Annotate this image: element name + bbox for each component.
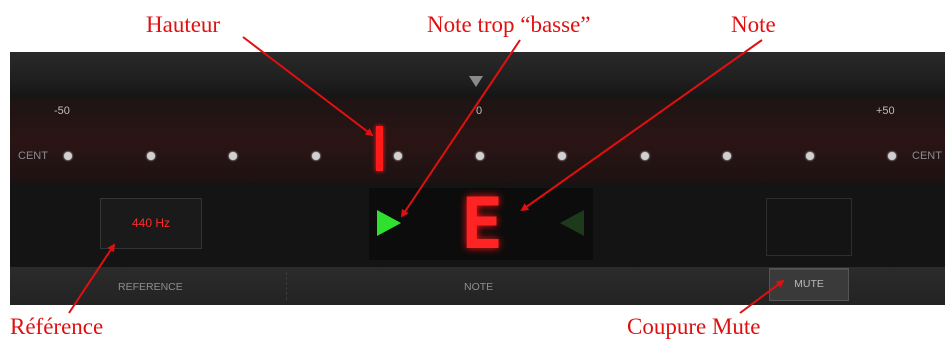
- pitch-indicator-bar: [376, 126, 383, 171]
- sharp-arrow-left-icon: [560, 210, 584, 236]
- reference-label: REFERENCE: [118, 281, 183, 293]
- display-area: 440 Hz E: [10, 183, 945, 267]
- scale-label-zero: 0: [476, 105, 483, 117]
- scale-dot: [888, 152, 896, 160]
- tuner-top-bar: [10, 52, 945, 98]
- scale-dot: [806, 152, 814, 160]
- flat-arrow-right-icon: [377, 210, 401, 236]
- mute-button[interactable]: MUTE: [769, 268, 849, 301]
- scale-dot: [312, 152, 320, 160]
- detected-note: E: [461, 183, 504, 265]
- scale-dot: [723, 152, 731, 160]
- tuner-bottom-bar: REFERENCE NOTE MUTE: [10, 267, 945, 305]
- note-display: E: [369, 184, 593, 264]
- scale-dot: [147, 152, 155, 160]
- annotation-reference: Référence: [10, 314, 104, 339]
- mute-display: [766, 198, 852, 256]
- center-indicator-icon: [469, 76, 483, 87]
- annotation-hauteur: Hauteur: [146, 12, 221, 37]
- reference-display[interactable]: 440 Hz: [100, 198, 202, 249]
- scale-dot: [558, 152, 566, 160]
- scale-label-plus-50: +50: [876, 105, 895, 117]
- scale-dot: [476, 152, 484, 160]
- annotation-note-trop-basse: Note trop “basse”: [427, 12, 591, 37]
- annotation-coupure-mute: Coupure Mute: [627, 314, 761, 339]
- tuner-panel: -50 0 +50 CENT CENT 440 Hz E REFERENCE N…: [10, 52, 945, 305]
- cent-label-left: CENT: [18, 150, 48, 162]
- cent-scale: -50 0 +50 CENT CENT: [10, 98, 945, 183]
- scale-dot: [64, 152, 72, 160]
- annotation-note: Note: [731, 12, 776, 37]
- scale-label-minus-50: -50: [54, 105, 70, 117]
- note-label: NOTE: [464, 281, 494, 293]
- cent-label-right: CENT: [912, 150, 942, 162]
- scale-dot: [394, 152, 402, 160]
- divider: [286, 272, 287, 300]
- scale-dot: [641, 152, 649, 160]
- scale-dot: [229, 152, 237, 160]
